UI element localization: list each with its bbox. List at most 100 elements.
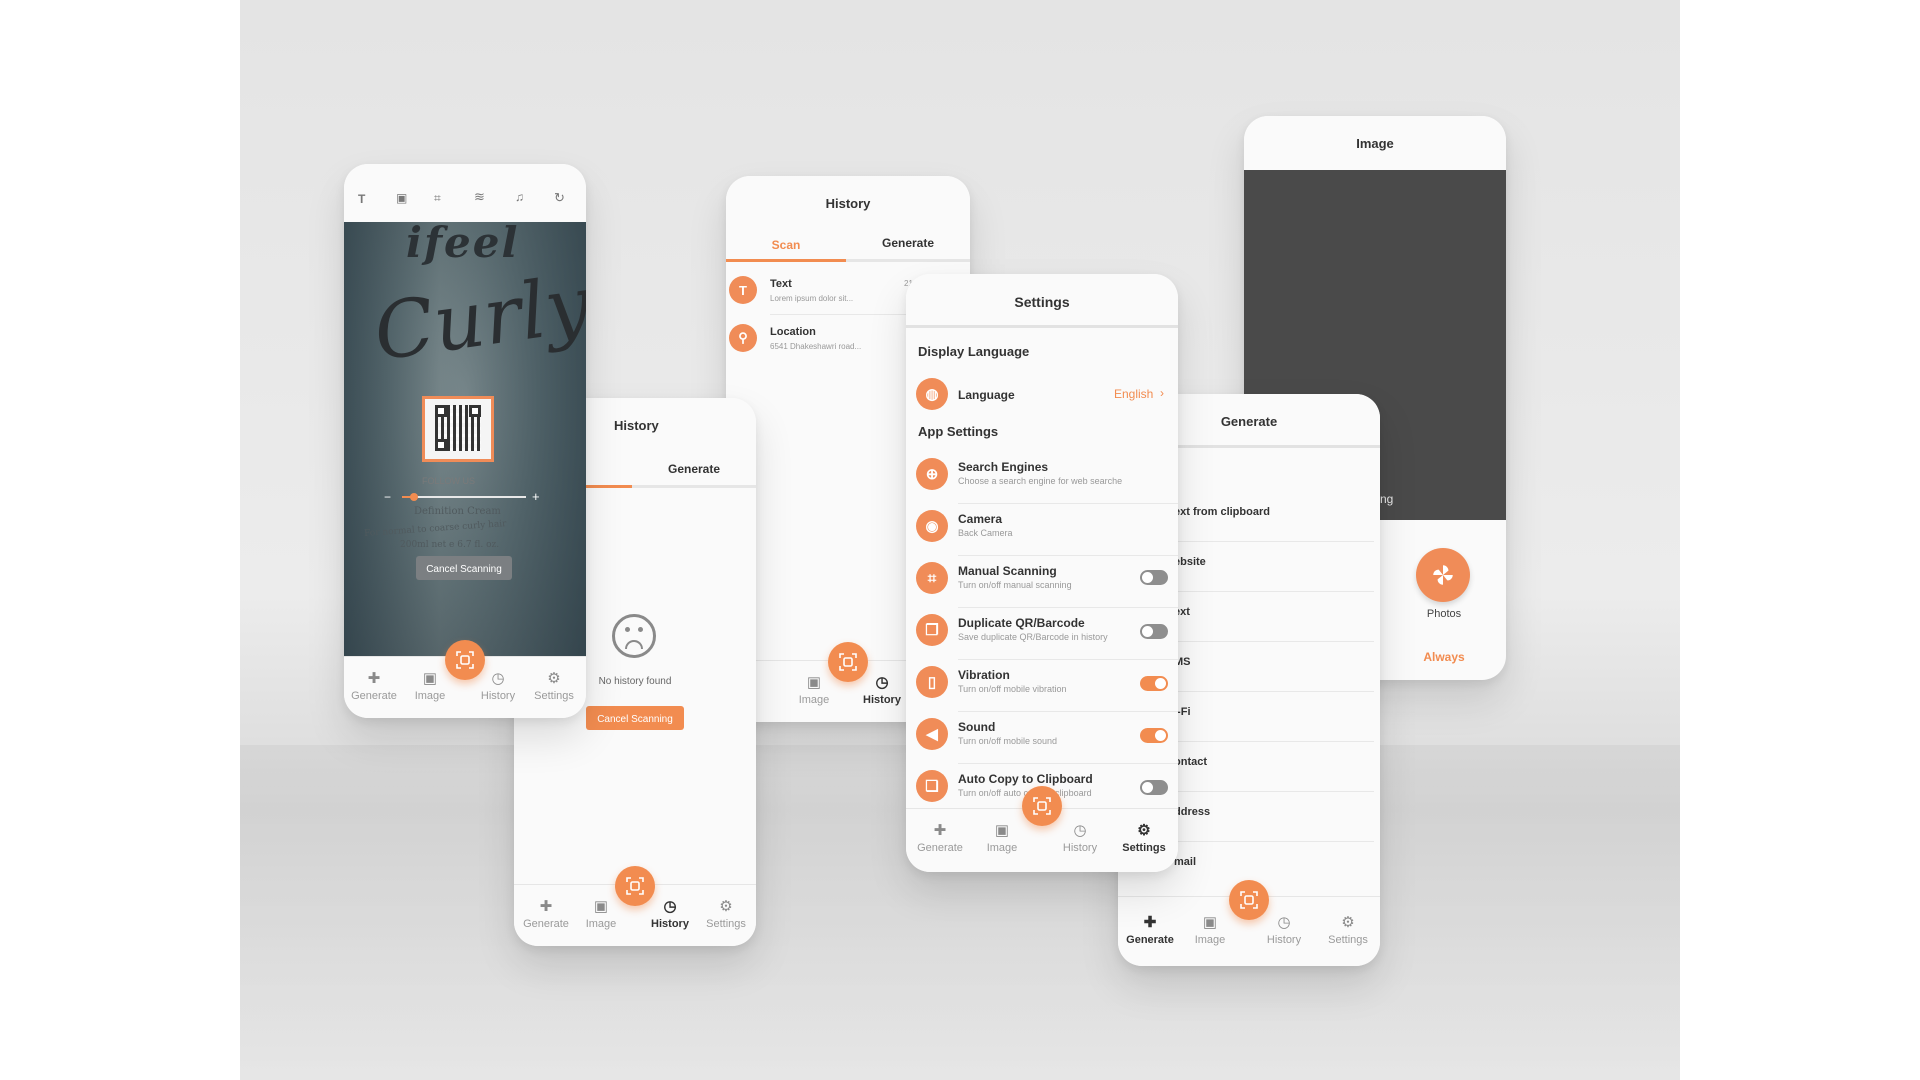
scan-fab[interactable] — [828, 642, 868, 682]
text-icon[interactable]: T — [358, 192, 365, 206]
nav-generate[interactable]: ✚ Generate — [516, 899, 576, 931]
scan-fab[interactable] — [615, 866, 655, 906]
duplicate-icon: ❐ — [916, 614, 948, 646]
scan-fab[interactable] — [445, 640, 485, 680]
plus-icon: ✚ — [367, 670, 381, 687]
image-preview-label: ng — [1380, 492, 1394, 506]
nav-generate[interactable]: ✚ Generate — [344, 670, 404, 703]
generate-item-sms[interactable]: MS — [1174, 652, 1374, 692]
setting-title: Manual Scanning — [958, 564, 1057, 578]
chevron-right-icon: › — [1160, 386, 1164, 400]
generate-item-address[interactable]: ddress — [1174, 802, 1374, 842]
rotate-icon[interactable]: ↻ — [554, 190, 565, 206]
zoom-plus-button[interactable]: + — [532, 489, 540, 504]
duplicate-qr-toggle[interactable] — [1140, 624, 1168, 639]
nav-image[interactable]: ▣ Image — [571, 899, 631, 931]
zoom-slider[interactable] — [402, 493, 526, 501]
scan-icon — [626, 877, 644, 895]
always-button[interactable]: Always — [1394, 650, 1494, 664]
nav-label: History — [1062, 842, 1098, 854]
nav-label: Generate — [917, 842, 963, 854]
sad-face-icon — [612, 614, 656, 658]
section-app-settings: App Settings — [918, 424, 999, 439]
generate-item-label: ontact — [1174, 756, 1207, 768]
nav-settings[interactable]: ⚙ Settings — [1114, 822, 1174, 855]
nav-image[interactable]: ▣ Image — [1180, 914, 1240, 947]
setting-search-engines[interactable]: ⊕ Search Engines Choose a search engine … — [906, 452, 1178, 504]
tab-indicator — [726, 259, 846, 262]
nav-image[interactable]: ▣ Image — [400, 671, 460, 703]
wifi-icon[interactable]: ≋ — [474, 189, 485, 205]
generate-item-email[interactable]: mail — [1174, 852, 1374, 892]
nav-history[interactable]: ◷ History — [1254, 915, 1314, 947]
scan-icon: ⌗ — [916, 562, 948, 594]
gear-icon: ⚙ — [547, 670, 561, 687]
vibration-icon: ▯ — [916, 666, 948, 698]
nav-image[interactable]: ▣ Image — [784, 675, 844, 707]
generate-item-text[interactable]: ext — [1174, 602, 1374, 642]
setting-vibration: ▯ Vibration Turn on/off mobile vibration — [906, 660, 1178, 712]
image-icon[interactable]: ▣ — [396, 191, 407, 205]
section-display-language: Display Language — [918, 344, 1030, 359]
generate-item-website[interactable]: ebsite — [1174, 552, 1374, 592]
generate-item-clipboard[interactable]: ext from clipboard — [1174, 502, 1374, 542]
photos-button[interactable] — [1416, 548, 1470, 602]
nav-history[interactable]: ◷ History — [1050, 823, 1110, 855]
setting-title: Search Engines — [958, 460, 1049, 474]
nav-label: Settings — [1122, 842, 1166, 854]
setting-manual-scanning: ⌗ Manual Scanning Turn on/off manual sca… — [906, 556, 1178, 608]
nav-settings[interactable]: ⚙ Settings — [524, 670, 584, 703]
cancel-scanning-label: Cancel Scanning — [426, 564, 502, 575]
history-item-title: Text — [770, 278, 792, 290]
nav-label: Settings — [1328, 934, 1368, 946]
nav-label: History — [480, 690, 516, 702]
image-icon: ▣ — [1202, 914, 1218, 931]
nav-settings[interactable]: ⚙ Settings — [696, 899, 756, 931]
camera-icon: ◉ — [916, 510, 948, 542]
language-row[interactable]: ◍ Language English › — [906, 374, 1178, 414]
nav-label: Image — [585, 918, 617, 930]
sound-toggle[interactable] — [1140, 728, 1168, 743]
nav-settings[interactable]: ⚙ Settings — [1318, 915, 1378, 947]
tab-generate[interactable]: Generate — [848, 236, 968, 250]
vibration-toggle[interactable] — [1140, 676, 1168, 691]
nav-generate[interactable]: ✚ Generate — [910, 823, 970, 855]
setting-title: Camera — [958, 512, 1003, 526]
setting-duplicate-qr: ❐ Duplicate QR/Barcode Save duplicate QR… — [906, 608, 1178, 660]
generate-item-contact[interactable]: ontact — [1174, 752, 1374, 792]
setting-subtitle: Turn on/off mobile vibration — [958, 684, 1067, 694]
zoom-minus-button[interactable]: − — [384, 490, 391, 504]
cancel-scanning-button[interactable]: Cancel Scanning — [416, 556, 512, 580]
setting-sound: ◀ Sound Turn on/off mobile sound — [906, 712, 1178, 764]
setting-camera[interactable]: ◉ Camera Back Camera — [906, 504, 1178, 556]
follow-us-text: FOLLOW US — [422, 476, 476, 486]
generate-item-label: ebsite — [1174, 556, 1206, 568]
history-item-title: Location — [770, 326, 816, 338]
nav-label: Generate — [523, 918, 569, 930]
tab-scan[interactable]: Scan — [726, 238, 846, 252]
scan-icon[interactable]: ⌗ — [434, 191, 441, 206]
globe-icon: ◍ — [916, 378, 948, 410]
gear-icon: ⚙ — [1137, 822, 1151, 839]
nav-history[interactable]: ◷ History — [852, 675, 912, 707]
scan-fab[interactable] — [1229, 880, 1269, 920]
nav-history[interactable]: ◷ History — [640, 899, 700, 931]
tab-generate[interactable]: Generate — [644, 462, 744, 476]
auto-copy-toggle[interactable] — [1140, 780, 1168, 795]
nav-generate[interactable]: ✚ Generate — [1120, 914, 1180, 947]
generate-item-wifi[interactable]: i-Fi — [1174, 702, 1374, 742]
tab-indicator — [584, 485, 632, 488]
bell-icon[interactable]: ♫ — [515, 190, 524, 204]
cancel-scanning-button[interactable]: Cancel Scanning — [586, 706, 684, 730]
nav-label: Image — [1194, 934, 1226, 946]
nav-image[interactable]: ▣ Image — [972, 823, 1032, 855]
scan-fab[interactable] — [1022, 786, 1062, 826]
product-line: Definition Cream — [414, 506, 501, 517]
plus-icon: ✚ — [1143, 914, 1157, 931]
manual-scanning-toggle[interactable] — [1140, 570, 1168, 585]
language-label: Language — [958, 388, 1015, 402]
camera-preview: ifeel Curly FOLLOW US − + Definition Cre… — [344, 218, 586, 658]
text-icon: T — [729, 276, 757, 304]
pinwheel-icon — [1433, 565, 1453, 585]
scanner-toolbar: T ▣ ⌗ ≋ ♫ ↻ — [344, 164, 586, 222]
